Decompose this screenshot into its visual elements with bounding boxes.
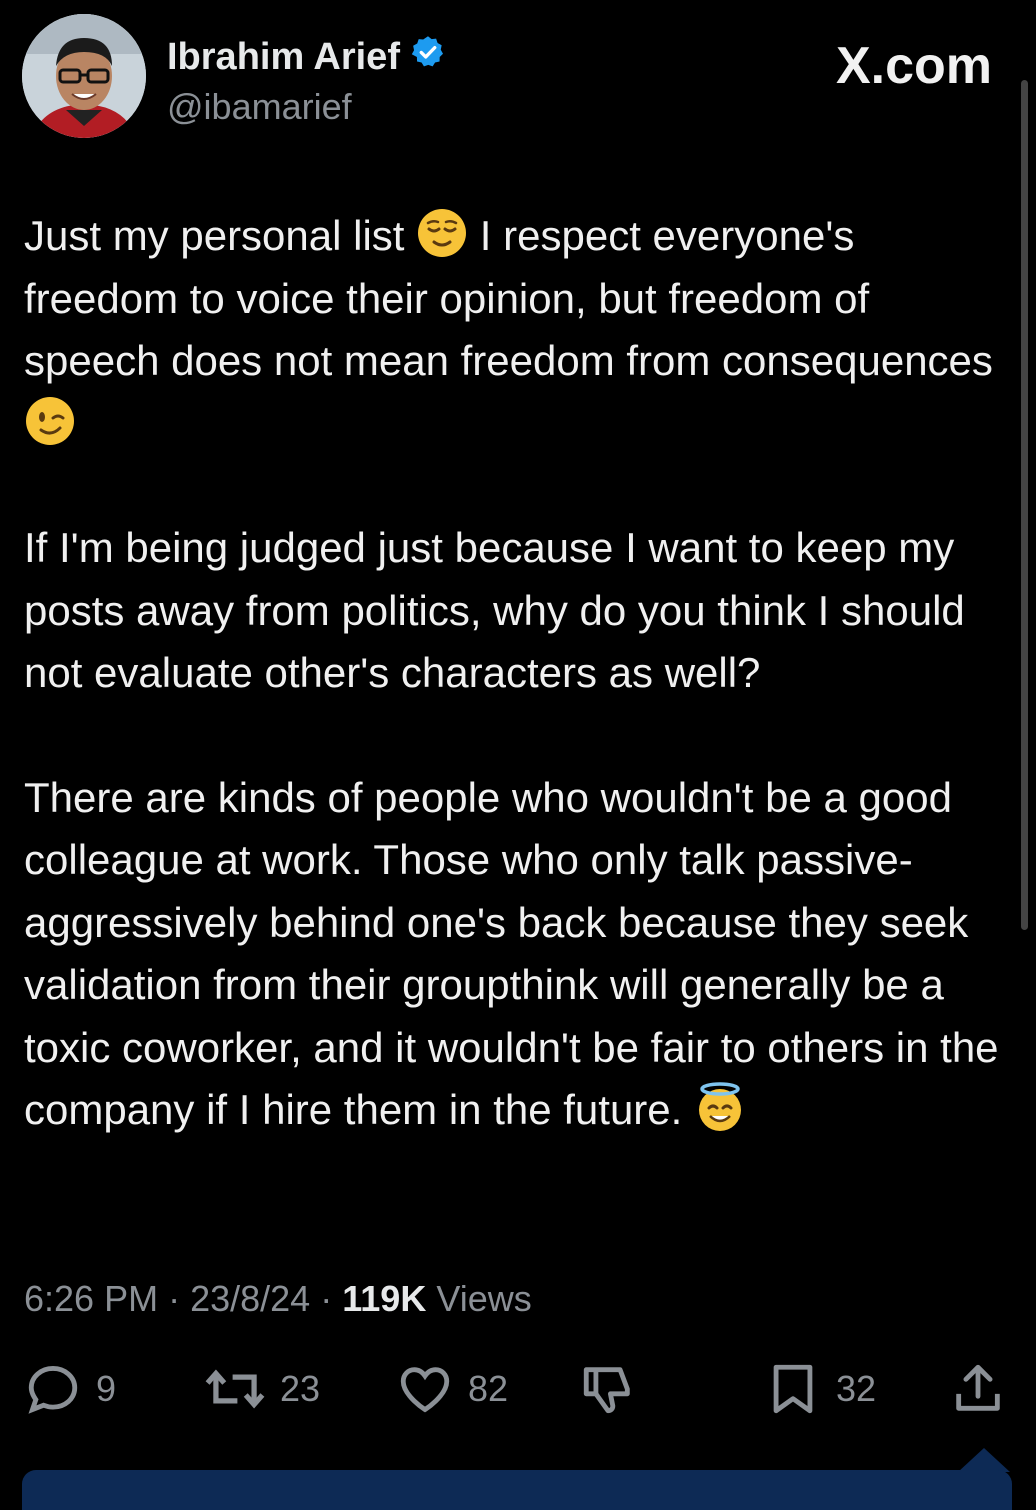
action-bar: 9 23 82 32 xyxy=(24,1360,1009,1430)
meta-separator: · xyxy=(168,1278,191,1319)
bottom-bar[interactable] xyxy=(22,1470,1012,1510)
bookmark-icon xyxy=(773,1364,813,1414)
avatar[interactable] xyxy=(22,14,146,138)
views-label: Views xyxy=(436,1278,532,1319)
like-count: 82 xyxy=(468,1368,509,1409)
repost-icon xyxy=(205,1369,265,1409)
tweet-time[interactable]: 6:26 PM xyxy=(24,1278,158,1319)
paragraph-3-text: There are kinds of people who wouldn't b… xyxy=(24,773,999,1134)
tweet-text: Just my personal list I respect everyone… xyxy=(24,205,1009,1142)
display-name[interactable]: Ibrahim Arief xyxy=(167,34,446,80)
views-count: 119K xyxy=(342,1278,427,1319)
share-icon xyxy=(956,1364,1000,1411)
paragraph-1-part-1: Just my personal list xyxy=(24,212,417,259)
tweet-paragraph-2: If I'm being judged just because I want … xyxy=(24,524,965,696)
verified-badge-icon xyxy=(410,34,446,80)
thumbs-down-icon xyxy=(583,1367,630,1414)
tweet-header: Ibrahim Arief @ibamarief X.com xyxy=(22,14,1012,144)
share-button[interactable] xyxy=(949,1360,1007,1418)
repost-count: 23 xyxy=(280,1368,321,1409)
heart-icon xyxy=(400,1367,450,1413)
tweet-paragraph-3: There are kinds of people who wouldn't b… xyxy=(24,767,1009,1142)
reply-button[interactable]: 9 xyxy=(24,1360,116,1418)
meta-separator: · xyxy=(320,1278,343,1319)
dislike-button[interactable] xyxy=(579,1360,637,1418)
smiling-face-with-halo-icon xyxy=(699,1082,741,1131)
bookmark-count: 32 xyxy=(836,1368,877,1409)
repost-button[interactable]: 23 xyxy=(204,1360,320,1418)
handle[interactable]: @ibamarief xyxy=(167,86,446,128)
tweet-meta: 6:26 PM · 23/8/24 · 119K Views xyxy=(24,1278,532,1320)
bookmark-button[interactable]: 32 xyxy=(764,1360,876,1418)
tweet-paragraph-1: Just my personal list I respect everyone… xyxy=(24,205,1009,455)
like-button[interactable]: 82 xyxy=(396,1360,508,1418)
x-logo: X.com xyxy=(835,37,992,95)
reply-count: 9 xyxy=(96,1368,117,1409)
bottom-bar-notch xyxy=(958,1448,1010,1472)
author-info: Ibrahim Arief @ibamarief xyxy=(167,34,446,128)
reply-icon xyxy=(28,1366,78,1414)
tweet-date[interactable]: 23/8/24 xyxy=(190,1278,310,1319)
winking-face-icon xyxy=(26,396,74,445)
relieved-face-icon xyxy=(418,209,467,257)
display-name-text: Ibrahim Arief xyxy=(167,35,400,78)
scrollbar[interactable] xyxy=(1021,80,1028,930)
